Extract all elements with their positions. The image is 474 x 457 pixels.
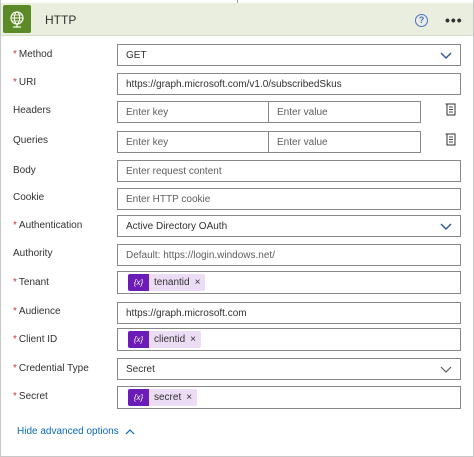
required-marker: * xyxy=(13,363,17,374)
secret-input[interactable]: {x} secret × xyxy=(117,386,461,409)
headers-key-placeholder: Enter key xyxy=(126,106,169,118)
queries-key-placeholder: Enter key xyxy=(126,136,169,148)
ellipsis-icon[interactable]: ••• xyxy=(445,13,463,27)
authority-placeholder: Default: https://login.windows.net/ xyxy=(126,249,275,261)
uri-label-text: URI xyxy=(18,77,37,88)
authentication-label-text: Authentication xyxy=(18,220,83,231)
authentication-value: Active Directory OAuth xyxy=(126,220,228,232)
token-label: tenantid xyxy=(154,277,190,288)
required-marker: * xyxy=(13,277,17,288)
text-mode-icon[interactable] xyxy=(445,133,457,146)
headers-value-input[interactable]: Enter value xyxy=(268,101,421,123)
authority-label: Authority xyxy=(13,248,53,259)
token-label: clientid xyxy=(154,334,186,345)
headers-key-input[interactable]: Enter key xyxy=(117,101,269,123)
method-label: * Method xyxy=(13,49,52,60)
close-icon[interactable]: × xyxy=(195,277,201,288)
dynamic-content-token[interactable]: {x} clientid × xyxy=(128,331,201,348)
advanced-options-label: Hide advanced options xyxy=(17,426,119,437)
card-title: HTTP xyxy=(45,13,77,27)
client-id-input[interactable]: {x} clientid × xyxy=(117,328,461,351)
tenant-input[interactable]: {x} tenantid × xyxy=(117,271,461,294)
authentication-label: * Authentication xyxy=(13,220,82,231)
token-label: secret xyxy=(154,392,182,403)
authentication-select[interactable]: Active Directory OAuth xyxy=(117,215,461,237)
required-marker: * xyxy=(13,334,17,345)
required-marker: * xyxy=(13,391,17,402)
credential-type-label: * Credential Type xyxy=(13,363,89,374)
method-value: GET xyxy=(126,49,147,61)
cookie-placeholder: Enter HTTP cookie xyxy=(126,193,211,205)
chevron-down-icon xyxy=(440,52,452,59)
secret-label-text: Secret xyxy=(18,391,48,402)
credential-type-label-text: Credential Type xyxy=(18,363,89,374)
method-select[interactable]: GET xyxy=(117,44,461,66)
dynamic-content-token[interactable]: {x} tenantid × xyxy=(128,274,206,291)
dynamic-content-token[interactable]: {x} secret × xyxy=(128,389,198,406)
audience-input[interactable]: https://graph.microsoft.com xyxy=(117,302,461,324)
question-circle-icon[interactable]: ? xyxy=(415,14,428,27)
uri-label: * URI xyxy=(13,77,36,88)
variable-icon: {x} xyxy=(128,274,149,291)
queries-key-input[interactable]: Enter key xyxy=(117,131,269,153)
card-header[interactable]: HTTP ? ••• xyxy=(1,3,473,36)
close-icon[interactable]: × xyxy=(186,392,192,403)
queries-value-input[interactable]: Enter value xyxy=(268,131,421,153)
audience-value: https://graph.microsoft.com xyxy=(126,307,247,319)
queries-label: Queries xyxy=(13,135,49,146)
credential-type-select[interactable]: Secret xyxy=(117,358,461,380)
method-label-text: Method xyxy=(18,49,53,60)
authority-input[interactable]: Default: https://login.windows.net/ xyxy=(117,244,461,266)
chevron-down-icon xyxy=(440,223,452,230)
chevron-down-icon xyxy=(440,366,452,373)
body-input[interactable]: Enter request content xyxy=(117,160,461,182)
uri-input[interactable]: https://graph.microsoft.com/v1.0/subscri… xyxy=(117,73,461,95)
required-marker: * xyxy=(13,49,17,60)
headers-label: Headers xyxy=(13,105,51,116)
credential-type-value: Secret xyxy=(126,363,155,375)
required-marker: * xyxy=(13,306,17,317)
tenant-label-text: Tenant xyxy=(18,277,49,288)
uri-value: https://graph.microsoft.com/v1.0/subscri… xyxy=(126,78,342,90)
hide-advanced-options-link[interactable]: Hide advanced options xyxy=(17,426,135,437)
http-action-card: HTTP ? ••• * Method GET * URI https://grap… xyxy=(0,0,474,457)
audience-label: * Audience xyxy=(13,306,61,317)
body-placeholder: Enter request content xyxy=(126,165,222,177)
audience-label-text: Audience xyxy=(18,306,61,317)
variable-icon: {x} xyxy=(128,331,149,348)
tenant-label: * Tenant xyxy=(13,277,49,288)
cookie-input[interactable]: Enter HTTP cookie xyxy=(117,188,461,210)
headers-value-placeholder: Enter value xyxy=(277,106,328,118)
body-label: Body xyxy=(13,165,36,176)
queries-value-placeholder: Enter value xyxy=(277,136,328,148)
required-marker: * xyxy=(13,77,17,88)
variable-icon: {x} xyxy=(128,389,149,406)
client-id-label-text: Client ID xyxy=(18,334,58,345)
cookie-label: Cookie xyxy=(13,192,45,203)
client-id-label: * Client ID xyxy=(13,334,57,345)
required-marker: * xyxy=(13,220,17,231)
text-mode-icon[interactable] xyxy=(445,103,457,116)
globe-icon xyxy=(3,5,31,33)
close-icon[interactable]: × xyxy=(190,334,196,345)
secret-label: * Secret xyxy=(13,391,48,402)
chevron-up-icon xyxy=(125,429,135,435)
